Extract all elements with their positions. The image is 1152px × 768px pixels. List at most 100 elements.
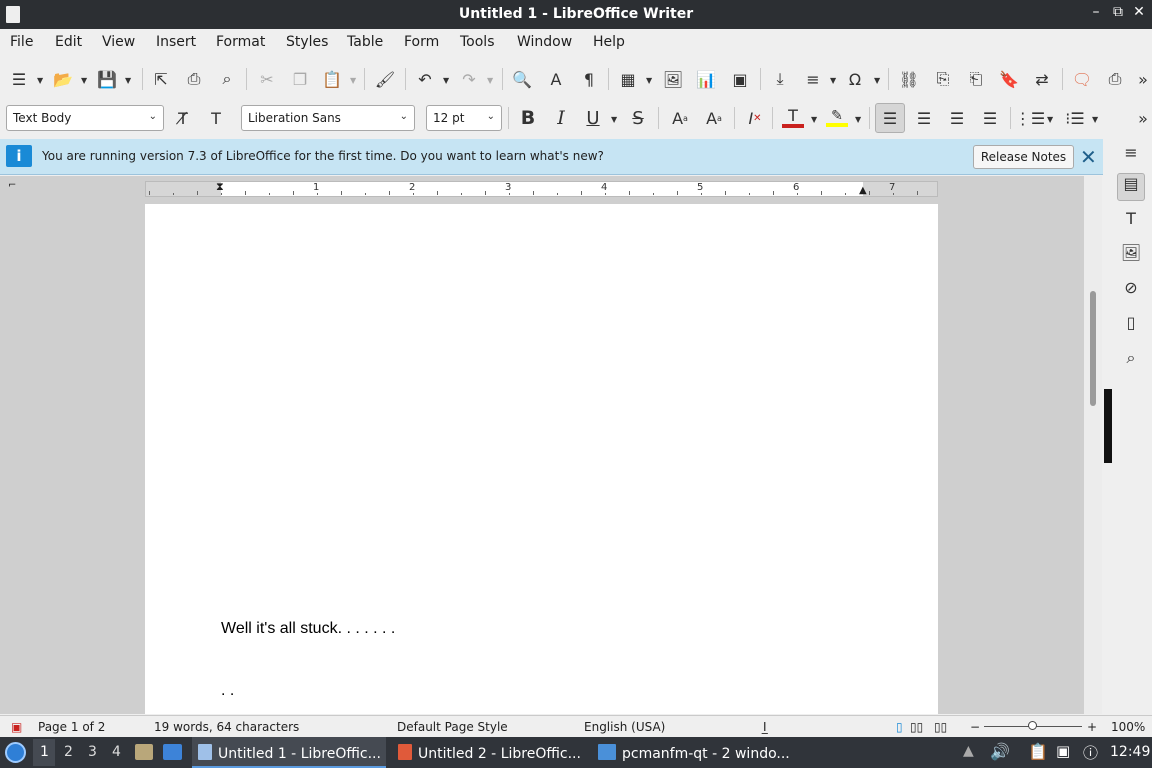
page-icon[interactable]: ▯: [1120, 313, 1142, 335]
style-inspector-icon[interactable]: ⌕: [1120, 348, 1142, 370]
open-folder-icon[interactable]: 📂: [50, 66, 76, 92]
new-document-icon[interactable]: ☰: [6, 66, 32, 92]
volume-icon[interactable]: 🔊: [990, 742, 1010, 761]
table-dropdown-icon[interactable]: ▼: [646, 76, 652, 85]
page-break-icon[interactable]: ⤓: [767, 66, 793, 92]
workspace-3[interactable]: 3: [88, 744, 97, 760]
document-paragraph[interactable]: . .: [221, 682, 234, 700]
task-pcmanfm[interactable]: pcmanfm-qt - 2 windo...: [592, 737, 792, 768]
minimize-icon[interactable]: –: [1088, 4, 1104, 20]
format-toolbar-overflow-icon[interactable]: »: [1130, 105, 1152, 131]
multi-page-view-icon[interactable]: ▯▯: [910, 720, 923, 734]
zoom-level[interactable]: 100%: [1111, 720, 1145, 734]
left-indent-marker-icon[interactable]: ⧗: [216, 180, 224, 194]
menu-tools[interactable]: Tools: [460, 34, 495, 50]
workspace-2[interactable]: 2: [64, 744, 73, 760]
insert-textbox-icon[interactable]: ▣: [727, 66, 753, 92]
special-character-icon[interactable]: Ω: [842, 66, 868, 92]
highlight-dropdown-icon[interactable]: ▼: [855, 115, 861, 124]
insert-image-icon[interactable]: 🖼: [660, 66, 686, 92]
insert-field-icon[interactable]: ≡: [800, 66, 826, 92]
align-left-icon[interactable]: ☰: [875, 103, 905, 133]
menu-styles[interactable]: Styles: [286, 34, 328, 50]
toolbar-overflow-icon[interactable]: »: [1130, 66, 1152, 92]
formatting-marks-icon[interactable]: ¶: [576, 66, 602, 92]
tab-stop-type-icon[interactable]: ⌐: [8, 180, 16, 191]
new-style-icon[interactable]: T: [203, 105, 229, 131]
subscript-icon[interactable]: Aa: [701, 105, 727, 131]
word-count[interactable]: 19 words, 64 characters: [154, 720, 299, 734]
export-pdf-icon[interactable]: ⇱: [148, 66, 174, 92]
menu-format[interactable]: Format: [216, 34, 265, 50]
underline-dropdown-icon[interactable]: ▼: [611, 115, 617, 124]
print-preview-icon[interactable]: ⌕: [214, 66, 240, 92]
font-color-icon[interactable]: T: [780, 105, 806, 131]
endnote-icon[interactable]: ⎗: [963, 66, 989, 92]
align-right-icon[interactable]: ☰: [944, 105, 970, 131]
book-view-icon[interactable]: ▯▯: [934, 720, 947, 734]
strikethrough-icon[interactable]: S: [625, 105, 651, 131]
open-dropdown-icon[interactable]: ▼: [81, 76, 87, 85]
italic-icon[interactable]: I: [548, 105, 574, 131]
numbered-dropdown-icon[interactable]: ▼: [1092, 115, 1098, 124]
justify-icon[interactable]: ☰: [977, 105, 1003, 131]
track-changes-icon[interactable]: ⎙: [1102, 66, 1128, 92]
font-color-dropdown-icon[interactable]: ▼: [811, 115, 817, 124]
bold-icon[interactable]: B: [515, 105, 541, 131]
font-size-select[interactable]: 12 pt ⌄: [426, 105, 502, 131]
task-untitled-1[interactable]: Untitled 1 - LibreOffic...: [192, 737, 386, 768]
font-name-select[interactable]: Liberation Sans ⌄: [241, 105, 415, 131]
start-menu-icon[interactable]: [5, 742, 26, 763]
clock[interactable]: 12:49: [1110, 744, 1150, 760]
save-icon[interactable]: 💾: [94, 66, 120, 92]
bullet-list-icon[interactable]: ⋮☰: [1015, 105, 1045, 131]
right-indent-marker-icon[interactable]: ▲: [859, 185, 867, 196]
zoom-out-icon[interactable]: −: [970, 720, 980, 734]
close-infobar-icon[interactable]: ✕: [1080, 145, 1097, 169]
align-center-icon[interactable]: ☰: [911, 105, 937, 131]
underline-icon[interactable]: U: [580, 105, 606, 131]
insert-table-icon[interactable]: ▦: [615, 66, 641, 92]
menu-form[interactable]: Form: [404, 34, 439, 50]
vertical-scrollbar[interactable]: [1084, 176, 1102, 714]
clone-formatting-icon[interactable]: 🖌: [372, 66, 398, 92]
properties-icon[interactable]: ▤: [1117, 173, 1145, 201]
special-char-dropdown-icon[interactable]: ▼: [874, 76, 880, 85]
file-manager-launcher-icon[interactable]: [135, 744, 153, 760]
clear-formatting-icon[interactable]: I ✕: [742, 105, 768, 131]
paragraph-style-select[interactable]: Text Body ⌄: [6, 105, 164, 131]
task-untitled-2[interactable]: Untitled 2 - LibreOffic...: [392, 737, 590, 768]
language[interactable]: English (USA): [584, 720, 665, 734]
release-notes-button[interactable]: Release Notes: [973, 145, 1074, 169]
undo-dropdown-icon[interactable]: ▼: [443, 76, 449, 85]
find-replace-icon[interactable]: 🔍: [509, 66, 535, 92]
menu-edit[interactable]: Edit: [55, 34, 82, 50]
notification-icon[interactable]: ⓘ: [1083, 742, 1098, 763]
single-page-view-icon[interactable]: ▯: [896, 720, 903, 734]
hyperlink-icon[interactable]: ⛓: [896, 66, 922, 92]
redo-icon[interactable]: ↷: [456, 66, 482, 92]
superscript-icon[interactable]: Aa: [667, 105, 693, 131]
highlight-color-icon[interactable]: ✎: [824, 105, 850, 131]
bookmark-icon[interactable]: 🔖: [996, 66, 1022, 92]
insert-chart-icon[interactable]: 📊: [693, 66, 719, 92]
print-icon[interactable]: ⎙: [181, 66, 207, 92]
redo-dropdown-icon[interactable]: ▼: [487, 76, 493, 85]
cross-reference-icon[interactable]: ⇄: [1029, 66, 1055, 92]
menu-table[interactable]: Table: [347, 34, 383, 50]
clipboard-icon[interactable]: 📋: [1028, 742, 1048, 761]
paste-icon[interactable]: 📋: [319, 66, 345, 92]
menu-view[interactable]: View: [102, 34, 135, 50]
scrollbar-thumb[interactable]: [1090, 291, 1096, 406]
page-style[interactable]: Default Page Style: [397, 720, 508, 734]
sidebar-collapse-handle[interactable]: [1104, 389, 1112, 463]
field-dropdown-icon[interactable]: ▼: [830, 76, 836, 85]
close-window-icon[interactable]: ✕: [1131, 4, 1147, 20]
undo-icon[interactable]: ↶: [412, 66, 438, 92]
selection-mode-icon[interactable]: I̲: [763, 720, 767, 734]
save-dropdown-icon[interactable]: ▼: [125, 76, 131, 85]
page-indicator[interactable]: Page 1 of 2: [38, 720, 105, 734]
bullet-dropdown-icon[interactable]: ▼: [1047, 115, 1053, 124]
menu-window[interactable]: Window: [517, 34, 572, 50]
sidebar-menu-icon[interactable]: ≡: [1120, 143, 1142, 165]
